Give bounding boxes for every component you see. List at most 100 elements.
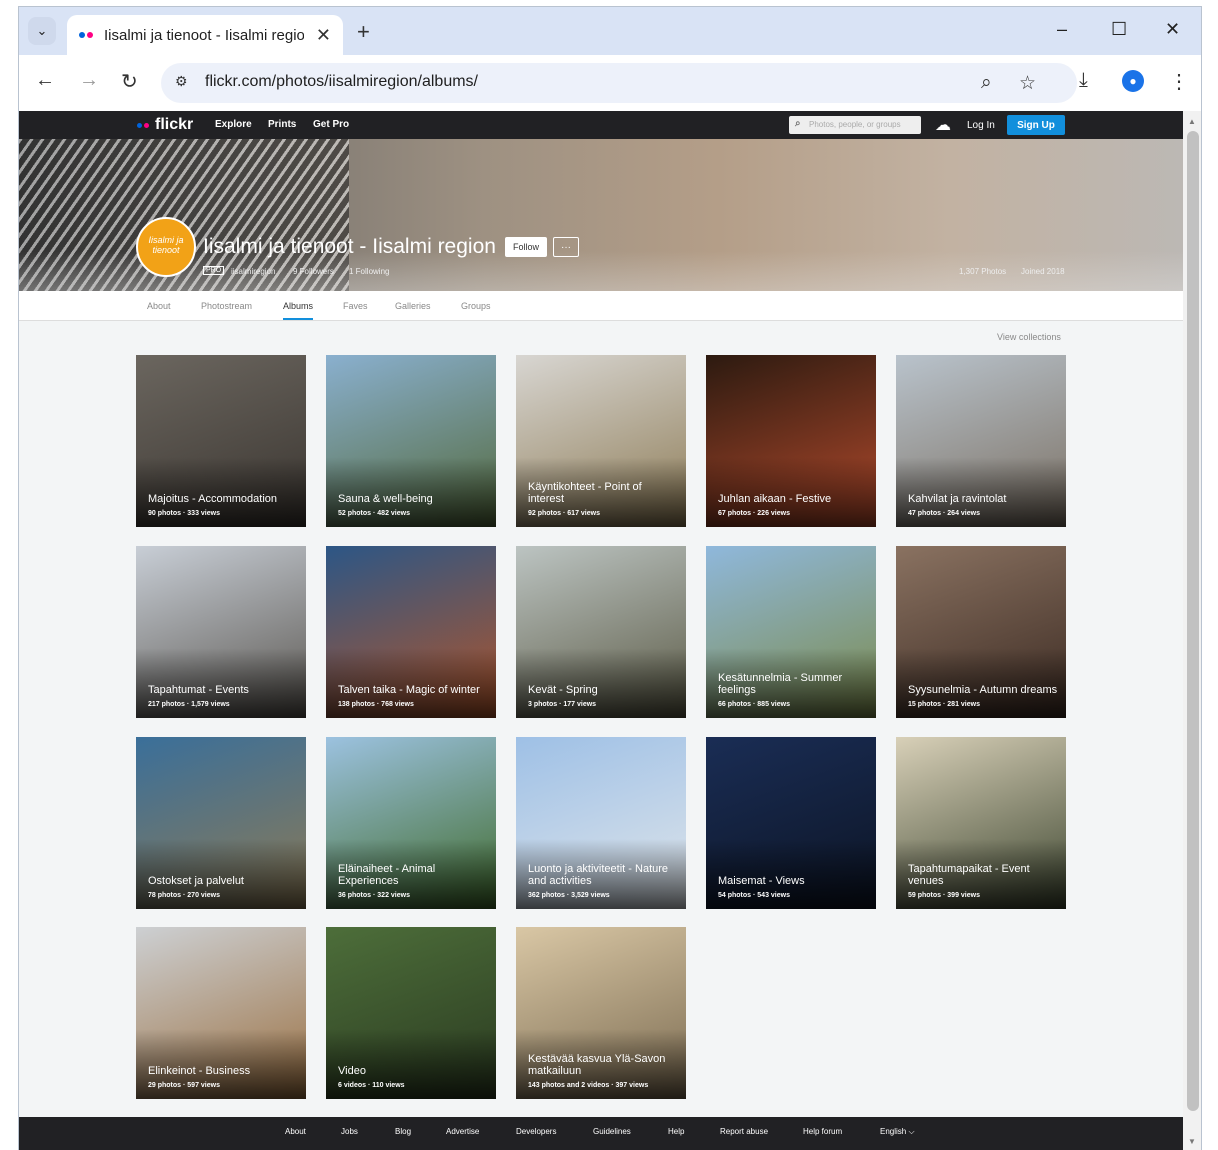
- album-tile[interactable]: Käyntikohteet - Point of interest 92 phot…: [516, 355, 686, 527]
- profile-subnav: About Photostream Albums Faves Galleries…: [19, 291, 1183, 321]
- album-tile[interactable]: Tapahtumapaikat - Event venues 59 photos …: [896, 737, 1066, 909]
- album-title: Juhlan aikaan - Festive: [718, 493, 832, 505]
- flickr-favicon-icon: [79, 32, 93, 38]
- album-meta: 59 photos · 399 views: [908, 892, 980, 899]
- profile-buddy-icon[interactable]: Iisalmi ja tienoot: [136, 217, 196, 277]
- view-collections-link[interactable]: View collections: [997, 332, 1061, 342]
- page-scrollbar[interactable]: ▲ ▼: [1183, 111, 1201, 1150]
- album-tile[interactable]: Maisemat - Views 54 photos · 543 views: [706, 737, 876, 909]
- login-link[interactable]: Log In: [967, 120, 995, 131]
- nav-get-pro[interactable]: Get Pro: [313, 119, 349, 130]
- footer-guidelines[interactable]: Guidelines: [593, 1127, 631, 1136]
- footer-report-abuse[interactable]: Report abuse: [720, 1127, 768, 1136]
- flickr-logo[interactable]: flickr: [137, 116, 193, 134]
- profile-username: iisalmiregion: [231, 267, 276, 276]
- tab-galleries[interactable]: Galleries: [395, 301, 431, 311]
- album-tile[interactable]: Kesätunnelmia - Summer feelings 66 photos…: [706, 546, 876, 718]
- album-meta: 52 photos · 482 views: [338, 510, 410, 517]
- reload-button[interactable]: ↻: [121, 69, 138, 94]
- tab-photostream[interactable]: Photostream: [201, 301, 252, 311]
- footer-developers[interactable]: Developers: [516, 1127, 556, 1136]
- footer-about[interactable]: About: [285, 1127, 306, 1136]
- browser-toolbar: ← → ↻ ⚙ flickr.com/photos/iisalmiregion/…: [19, 55, 1201, 111]
- album-tile[interactable]: Luonto ja aktiviteetit - Nature and acti…: [516, 737, 686, 909]
- tab-search-button[interactable]: ⌄: [28, 17, 56, 45]
- album-meta: 67 photos · 226 views: [718, 510, 790, 517]
- scroll-thumb[interactable]: [1187, 131, 1199, 1111]
- album-meta: 90 photos · 333 views: [148, 510, 220, 517]
- download-icon[interactable]: ⤓: [1079, 69, 1088, 92]
- album-meta: 15 photos · 281 views: [908, 701, 980, 708]
- album-title: Kahvilat ja ravintolat: [908, 493, 1007, 505]
- album-meta: 66 photos · 885 views: [718, 701, 790, 708]
- more-options-button[interactable]: ···: [553, 237, 579, 257]
- album-title: Eläinaiheet - Animal Experiences: [338, 863, 436, 887]
- album-tile[interactable]: Elinkeinot - Business 29 photos · 597 vie…: [136, 927, 306, 1099]
- album-meta: 362 photos · 3,529 views: [528, 892, 610, 899]
- url-text[interactable]: flickr.com/photos/iisalmiregion/albums/: [205, 73, 478, 91]
- nav-explore[interactable]: Explore: [215, 119, 252, 130]
- back-button[interactable]: ←: [35, 69, 55, 92]
- album-tile[interactable]: Syysunelmia - Autumn dreams 15 photos · 2…: [896, 546, 1066, 718]
- profile-name: Iisalmi ja tienoot - Iisalmi region: [203, 235, 496, 258]
- close-tab-icon[interactable]: ✕: [316, 25, 331, 46]
- album-meta: 217 photos · 1,579 views: [148, 701, 230, 708]
- footer-advertise[interactable]: Advertise: [446, 1127, 479, 1136]
- album-title: Ostokset ja palvelut: [148, 875, 244, 887]
- footer-blog[interactable]: Blog: [395, 1127, 411, 1136]
- active-tab[interactable]: Iisalmi ja tienoot - Iisalmi region ✕: [67, 15, 343, 55]
- footer-language[interactable]: English ⌵: [880, 1127, 915, 1137]
- footer-jobs[interactable]: Jobs: [341, 1127, 358, 1136]
- album-tile[interactable]: Video 6 videos · 110 views: [326, 927, 496, 1099]
- new-tab-button[interactable]: +: [357, 19, 370, 45]
- album-tile[interactable]: Kahvilat ja ravintolat 47 photos · 264 vi…: [896, 355, 1066, 527]
- profile-avatar-icon[interactable]: ●: [1122, 70, 1144, 92]
- followers-link[interactable]: 9 Followers: [293, 267, 334, 276]
- buddy-text: Iisalmi ja tienoot: [148, 235, 184, 255]
- close-window-button[interactable]: ✕: [1165, 19, 1180, 40]
- tab-groups[interactable]: Groups: [461, 301, 491, 311]
- bookmark-star-icon[interactable]: ☆: [1019, 72, 1036, 95]
- album-tile[interactable]: Majoitus - Accommodation 90 photos · 333 …: [136, 355, 306, 527]
- album-tile[interactable]: Kestävää kasvua Ylä-Savon matkailuun 143 …: [516, 927, 686, 1099]
- album-meta: 47 photos · 264 views: [908, 510, 980, 517]
- zoom-icon[interactable]: ⌕: [981, 72, 992, 94]
- album-meta: 143 photos and 2 videos · 397 views: [528, 1082, 649, 1089]
- signup-button[interactable]: Sign Up: [1007, 115, 1065, 135]
- album-tile[interactable]: Eläinaiheet - Animal Experiences 36 photo…: [326, 737, 496, 909]
- page-viewport: flickr Explore Prints Get Pro ⌕ Photos, …: [19, 111, 1183, 1150]
- album-tile[interactable]: Juhlan aikaan - Festive 67 photos · 226 v…: [706, 355, 876, 527]
- search-placeholder: Photos, people, or groups: [809, 120, 901, 129]
- footer-help[interactable]: Help: [668, 1127, 684, 1136]
- album-title: Syysunelmia - Autumn dreams: [908, 684, 1058, 696]
- minimize-button[interactable]: –: [1057, 19, 1067, 40]
- following-link[interactable]: 1 Following: [349, 267, 389, 276]
- album-title: Käyntikohteet - Point of interest: [528, 481, 642, 505]
- tab-albums[interactable]: Albums: [283, 301, 314, 320]
- album-title: Kesätunnelmia - Summer feelings: [718, 672, 843, 696]
- tab-faves[interactable]: Faves: [343, 301, 368, 311]
- address-bar[interactable]: ⚙ flickr.com/photos/iisalmiregion/albums…: [161, 63, 1077, 103]
- scroll-down-icon[interactable]: ▼: [1188, 1137, 1196, 1146]
- footer-help-forum[interactable]: Help forum: [803, 1127, 842, 1136]
- album-title: Elinkeinot - Business: [148, 1065, 251, 1077]
- album-tile[interactable]: Talven taika - Magic of winter 138 photos…: [326, 546, 496, 718]
- flickr-logo-text: flickr: [155, 116, 194, 133]
- album-title: Talven taika - Magic of winter: [338, 684, 480, 696]
- album-tile[interactable]: Ostokset ja palvelut 78 photos · 270 view…: [136, 737, 306, 909]
- tab-about[interactable]: About: [147, 301, 171, 311]
- maximize-button[interactable]: ☐: [1111, 19, 1127, 40]
- scroll-up-icon[interactable]: ▲: [1188, 117, 1196, 126]
- site-info-icon[interactable]: ⚙: [175, 73, 188, 90]
- flickr-search-input[interactable]: ⌕ Photos, people, or groups: [789, 116, 921, 134]
- menu-kebab-icon[interactable]: ⋮: [1169, 69, 1189, 94]
- forward-button[interactable]: →: [79, 69, 99, 92]
- album-tile[interactable]: Sauna & well-being 52 photos · 482 views: [326, 355, 496, 527]
- search-icon: ⌕: [795, 118, 801, 129]
- upload-cloud-icon[interactable]: ☁: [935, 115, 951, 135]
- nav-prints[interactable]: Prints: [268, 119, 296, 130]
- album-tile[interactable]: Kevät - Spring 3 photos · 177 views: [516, 546, 686, 718]
- album-title: Tapahtumapaikat - Event venues: [908, 863, 1030, 887]
- album-tile[interactable]: Tapahtumat - Events 217 photos · 1,579 vi…: [136, 546, 306, 718]
- follow-button[interactable]: Follow: [505, 237, 547, 257]
